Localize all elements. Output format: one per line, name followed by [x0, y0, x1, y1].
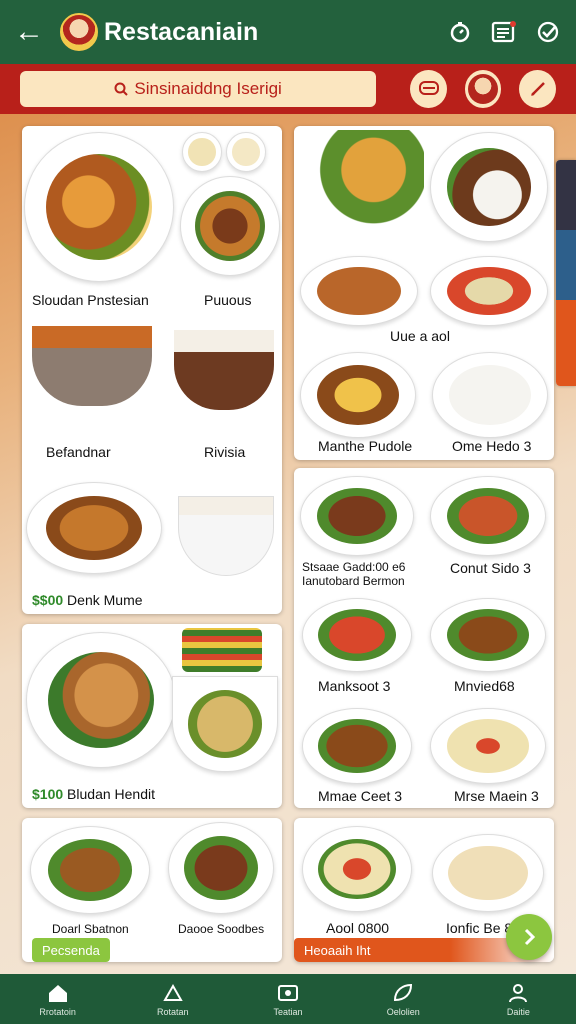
dish-name: Denk Mume: [67, 592, 143, 608]
dish-label: Mnvied68: [454, 678, 515, 694]
dish-label: Manthe Pudole: [318, 438, 413, 454]
dish-name: Bludan Hendit: [67, 786, 155, 802]
dish-button[interactable]: [410, 70, 447, 108]
veggie-sticks-image: [182, 628, 262, 672]
food-image: [430, 132, 548, 242]
price: $100: [32, 786, 64, 802]
search-input[interactable]: Sinsinaiddng Iserigi: [20, 71, 377, 107]
dish-label: Stsaae Gadd:00 e6: [302, 560, 406, 574]
food-image: [300, 352, 416, 438]
food-image: [302, 826, 412, 912]
nav-item-home[interactable]: Rrotatoin: [0, 974, 115, 1024]
nav-label: Rrotatoin: [39, 1006, 76, 1017]
dish-label: Mrse Maein 3: [454, 788, 539, 804]
search-text: Sinsinaiddng Iserigi: [134, 79, 282, 98]
dish-label: Rivisia: [204, 444, 246, 460]
food-image: [180, 176, 280, 276]
nav-item-teatian[interactable]: Teatian: [230, 974, 345, 1024]
edit-button[interactable]: [519, 70, 557, 108]
nav-label: Teatian: [273, 1006, 303, 1017]
food-image: [430, 476, 546, 556]
menu-card[interactable]: Stsaae Gadd:00 e6 Ianutobard Bermon Conu…: [294, 468, 554, 808]
dish-label: Ome Hedo 3: [452, 438, 532, 454]
dish-label: Mmae Ceet 3: [318, 788, 403, 804]
timer-icon[interactable]: [446, 18, 474, 46]
food-image: [26, 632, 176, 768]
rice-bowl-image: [178, 496, 274, 576]
app-title: Restacaniain: [104, 17, 259, 46]
nav-item-daitie[interactable]: Daitie: [461, 974, 576, 1024]
profile-button[interactable]: [464, 70, 502, 108]
side-tab-segment: [556, 300, 576, 386]
chevron-right-icon: [524, 928, 536, 946]
menu-card[interactable]: $100 Bludan Hendit: [22, 624, 282, 808]
rice-pot-image: [174, 330, 274, 410]
dish-label: Sloudan Pnstesian: [32, 292, 149, 308]
food-image: [30, 826, 150, 914]
dish-label: Ianutobard Bermon: [302, 574, 405, 588]
back-arrow-icon[interactable]: ←: [14, 17, 50, 47]
food-image: [298, 130, 424, 244]
checklist-icon[interactable]: [534, 18, 562, 46]
menu-board-icon[interactable]: [490, 18, 518, 46]
nav-item-oelolien[interactable]: Oelolien: [346, 974, 461, 1024]
bottom-nav: Rrotatoin Rotatan Teatian Oelolien Daiti…: [0, 974, 576, 1024]
profile-icon: [509, 983, 528, 1002]
avatar[interactable]: [60, 13, 98, 51]
dish-label: Manksoot 3: [318, 678, 391, 694]
side-tab-segment: [556, 230, 576, 300]
nav-label: Rotatan: [157, 1006, 189, 1017]
dish-label: Uue a aol: [390, 328, 450, 344]
food-image: [432, 352, 548, 438]
category-tag[interactable]: Pecsenda: [32, 938, 110, 962]
search-icon: [114, 82, 129, 96]
nav-label: Oelolien: [386, 1006, 420, 1017]
dish-icon: [418, 81, 439, 95]
nav-item-rotatan[interactable]: Rotatan: [115, 974, 230, 1024]
food-image: [430, 708, 546, 784]
home-icon: [48, 984, 67, 1002]
price-label: $$00 Denk Mume: [32, 592, 143, 608]
nav-label: Daitie: [506, 1006, 530, 1017]
search-bar: Sinsinaiddng Iserigi: [0, 64, 576, 114]
menu-card[interactable]: Uue a aol Manthe Pudole Ome Hedo 3: [294, 126, 554, 460]
food-image: [430, 256, 548, 326]
camera-icon: [278, 984, 298, 1001]
profile-avatar: [468, 74, 499, 104]
food-image: [432, 834, 544, 912]
dish-label: Daooe Soodbes: [178, 922, 265, 936]
food-image: [430, 598, 546, 672]
dish-label: Befandnar: [46, 444, 111, 460]
food-image: [300, 476, 414, 556]
price: $$00: [32, 592, 64, 608]
top-bar: ← Restacaniain: [0, 0, 576, 64]
photo-icon: [163, 983, 183, 1001]
dish-label: Conut Sido 3: [450, 560, 531, 576]
price-label: $100 Bludan Hendit: [32, 786, 155, 802]
food-image: [300, 256, 418, 326]
food-image: [182, 132, 222, 172]
side-tab-segment: [556, 160, 576, 230]
dish-label: Aool 0800: [326, 920, 390, 936]
food-image: [172, 676, 278, 772]
menu-card[interactable]: Doarl Sbatnon Daooe Soodbes Pecsenda: [22, 818, 282, 962]
food-image: [302, 598, 412, 672]
food-image: [26, 482, 162, 574]
leaf-icon: [394, 983, 413, 1001]
food-image: [226, 132, 266, 172]
food-image: [24, 132, 174, 282]
menu-card[interactable]: Sloudan Pnstesian Puuous Befandnar Rivis…: [22, 126, 282, 614]
soup-pot-image: [32, 326, 152, 406]
food-image: [168, 822, 274, 914]
pencil-icon: [530, 82, 545, 96]
side-panel-tab[interactable]: [556, 160, 576, 386]
dish-label: Doarl Sbatnon: [52, 922, 129, 936]
dish-label: Puuous: [204, 292, 252, 308]
food-image: [302, 708, 412, 784]
next-button[interactable]: [506, 914, 552, 960]
